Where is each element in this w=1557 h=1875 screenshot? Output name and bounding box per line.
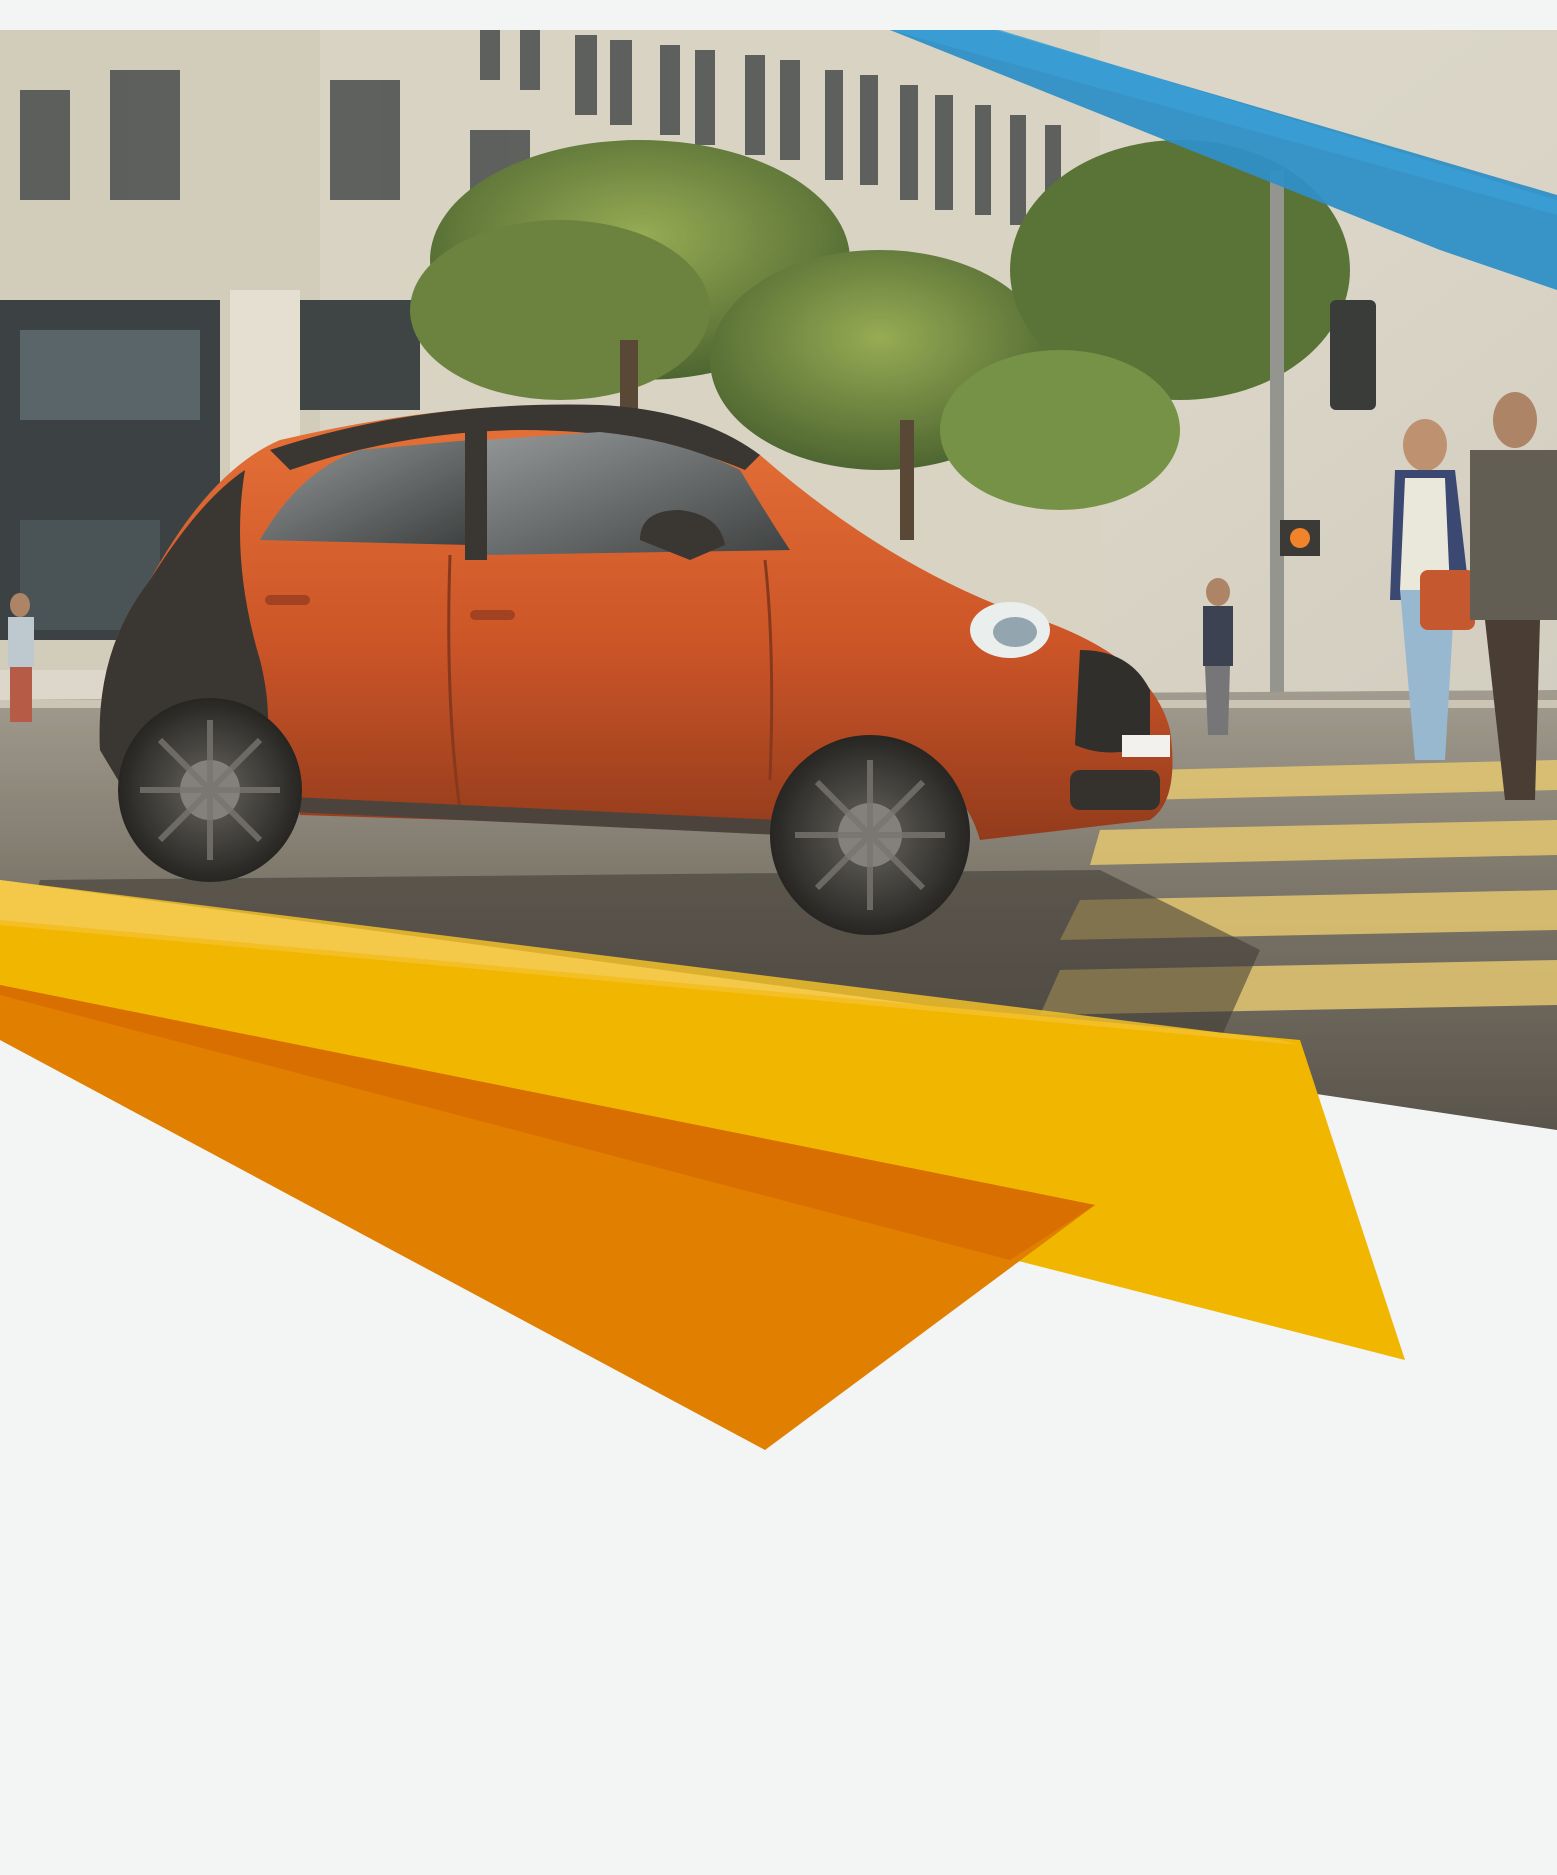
hero-illustration [0, 30, 1557, 1450]
ad-page [0, 0, 1557, 1875]
